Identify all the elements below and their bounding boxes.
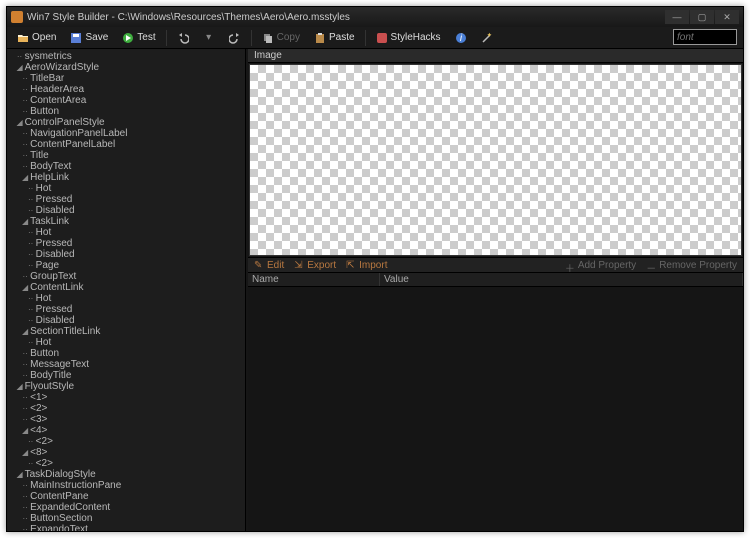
tree-node[interactable]: ··HeaderArea: [9, 84, 245, 95]
tree-node[interactable]: ··Hot: [9, 183, 245, 194]
window-title: Win7 Style Builder - C:\Windows\Resource…: [27, 12, 665, 23]
tree-node[interactable]: ◢<8>: [9, 447, 245, 458]
undo-dropdown[interactable]: ▾: [197, 30, 221, 46]
tree-node[interactable]: ··Button: [9, 348, 245, 359]
redo-button[interactable]: [223, 30, 247, 46]
image-preview[interactable]: [249, 64, 742, 256]
tree-node[interactable]: ··<2>: [9, 436, 245, 447]
tree-node[interactable]: ··<2>: [9, 458, 245, 469]
tree-node[interactable]: ··BodyText: [9, 161, 245, 172]
info-icon: i: [455, 32, 467, 44]
export-icon: ⇲: [294, 260, 304, 270]
tree-node[interactable]: ··<3>: [9, 414, 245, 425]
minimize-button[interactable]: —: [665, 10, 689, 24]
tree-node[interactable]: ··GroupText: [9, 271, 245, 282]
tree-node[interactable]: ··Title: [9, 150, 245, 161]
tree-node[interactable]: ··Hot: [9, 227, 245, 238]
tree-node[interactable]: ··ContentPane: [9, 491, 245, 502]
tree-node[interactable]: ◢ContentLink: [9, 282, 245, 293]
undo-icon: [177, 32, 189, 44]
paste-button[interactable]: Paste: [308, 30, 361, 46]
app-icon: [11, 11, 23, 23]
tree-node[interactable]: ◢TaskDialogStyle: [9, 469, 245, 480]
tree-node[interactable]: ··Pressed: [9, 194, 245, 205]
property-grid-body[interactable]: [248, 287, 743, 531]
style-tree[interactable]: ··sysmetrics ◢AeroWizardStyle ··TitleBar…: [7, 49, 245, 531]
edit-icon: ✎: [254, 260, 264, 270]
stylehacks-button[interactable]: StyleHacks: [370, 30, 447, 46]
stylehacks-icon: [376, 32, 388, 44]
tree-node[interactable]: ··Pressed: [9, 238, 245, 249]
tree-node[interactable]: ··MainInstructionPane: [9, 480, 245, 491]
tree-node[interactable]: ◢FlyoutStyle: [9, 381, 245, 392]
copy-icon: [262, 32, 274, 44]
test-button[interactable]: Test: [116, 30, 161, 46]
paste-icon: [314, 32, 326, 44]
tree-node[interactable]: ◢HelpLink: [9, 172, 245, 183]
tree-node[interactable]: ◢<4>: [9, 425, 245, 436]
tree-node[interactable]: ◢SectionTitleLink: [9, 326, 245, 337]
tree-node[interactable]: ··TitleBar: [9, 73, 245, 84]
tree-node[interactable]: ··Button: [9, 106, 245, 117]
undo-button[interactable]: [171, 30, 195, 46]
add-property-button[interactable]: ＋ Add Property: [561, 259, 640, 272]
tree-node[interactable]: ··Disabled: [9, 249, 245, 260]
tree-node[interactable]: ◢ControlPanelStyle: [9, 117, 245, 128]
tree-node[interactable]: ··Pressed: [9, 304, 245, 315]
tree-node[interactable]: ··ButtonSection: [9, 513, 245, 524]
tree-node[interactable]: ··MessageText: [9, 359, 245, 370]
tree-node[interactable]: ··sysmetrics: [9, 51, 245, 62]
maximize-button[interactable]: ▢: [690, 10, 714, 24]
tree-connector: ··: [20, 524, 30, 532]
copy-button[interactable]: Copy: [256, 30, 306, 46]
save-button[interactable]: Save: [64, 30, 114, 46]
tree-node[interactable]: ··<2>: [9, 403, 245, 414]
tree-node[interactable]: ··Hot: [9, 337, 245, 348]
tree-node[interactable]: ··ExpandoText: [9, 524, 245, 531]
search-input[interactable]: [677, 32, 733, 43]
save-icon: [70, 32, 82, 44]
tree-node[interactable]: ··Disabled: [9, 205, 245, 216]
edit-button[interactable]: ✎ Edit: [250, 259, 288, 272]
import-button[interactable]: ⇱ Import: [342, 259, 391, 272]
info-button[interactable]: i: [449, 30, 473, 46]
tree-node[interactable]: ··Hot: [9, 293, 245, 304]
search-box[interactable]: [673, 29, 737, 45]
tree-node[interactable]: ··<1>: [9, 392, 245, 403]
title-bar[interactable]: Win7 Style Builder - C:\Windows\Resource…: [7, 7, 743, 27]
play-icon: [122, 32, 134, 44]
tree-node[interactable]: ··ContentArea: [9, 95, 245, 106]
tree-node[interactable]: ◢TaskLink: [9, 216, 245, 227]
tree-node[interactable]: ◢AeroWizardStyle: [9, 62, 245, 73]
remove-property-button[interactable]: － Remove Property: [642, 259, 741, 272]
close-button[interactable]: ✕: [715, 10, 739, 24]
folder-open-icon: [17, 32, 29, 44]
tree-node[interactable]: ··BodyTitle: [9, 370, 245, 381]
property-grid-header: Name Value: [248, 273, 743, 287]
tree-node[interactable]: ··ContentPanelLabel: [9, 139, 245, 150]
plus-icon: ＋: [565, 260, 575, 270]
tree-node[interactable]: ··NavigationPanelLabel: [9, 128, 245, 139]
redo-icon: [229, 32, 241, 44]
open-button[interactable]: Open: [11, 30, 62, 46]
wand-button[interactable]: [475, 30, 499, 46]
image-panel-header: Image: [248, 49, 743, 63]
column-name[interactable]: Name: [248, 273, 380, 286]
magic-wand-icon: [481, 32, 493, 44]
property-toolbar: ✎ Edit ⇲ Export ⇱ Import ＋ Add Property: [248, 257, 743, 273]
tree-node[interactable]: ··Page: [9, 260, 245, 271]
export-button[interactable]: ⇲ Export: [290, 259, 340, 272]
tree-node[interactable]: ··ExpandedContent: [9, 502, 245, 513]
import-icon: ⇱: [346, 260, 356, 270]
minus-icon: －: [646, 260, 656, 270]
tree-node[interactable]: ··Disabled: [9, 315, 245, 326]
app-window: Win7 Style Builder - C:\Windows\Resource…: [6, 6, 744, 532]
chevron-down-icon: ▾: [203, 32, 215, 44]
column-value[interactable]: Value: [380, 273, 743, 286]
main-toolbar: Open Save Test ▾ Copy Paste Styl: [7, 27, 743, 49]
tree-node-label: ExpandoText: [30, 524, 88, 532]
